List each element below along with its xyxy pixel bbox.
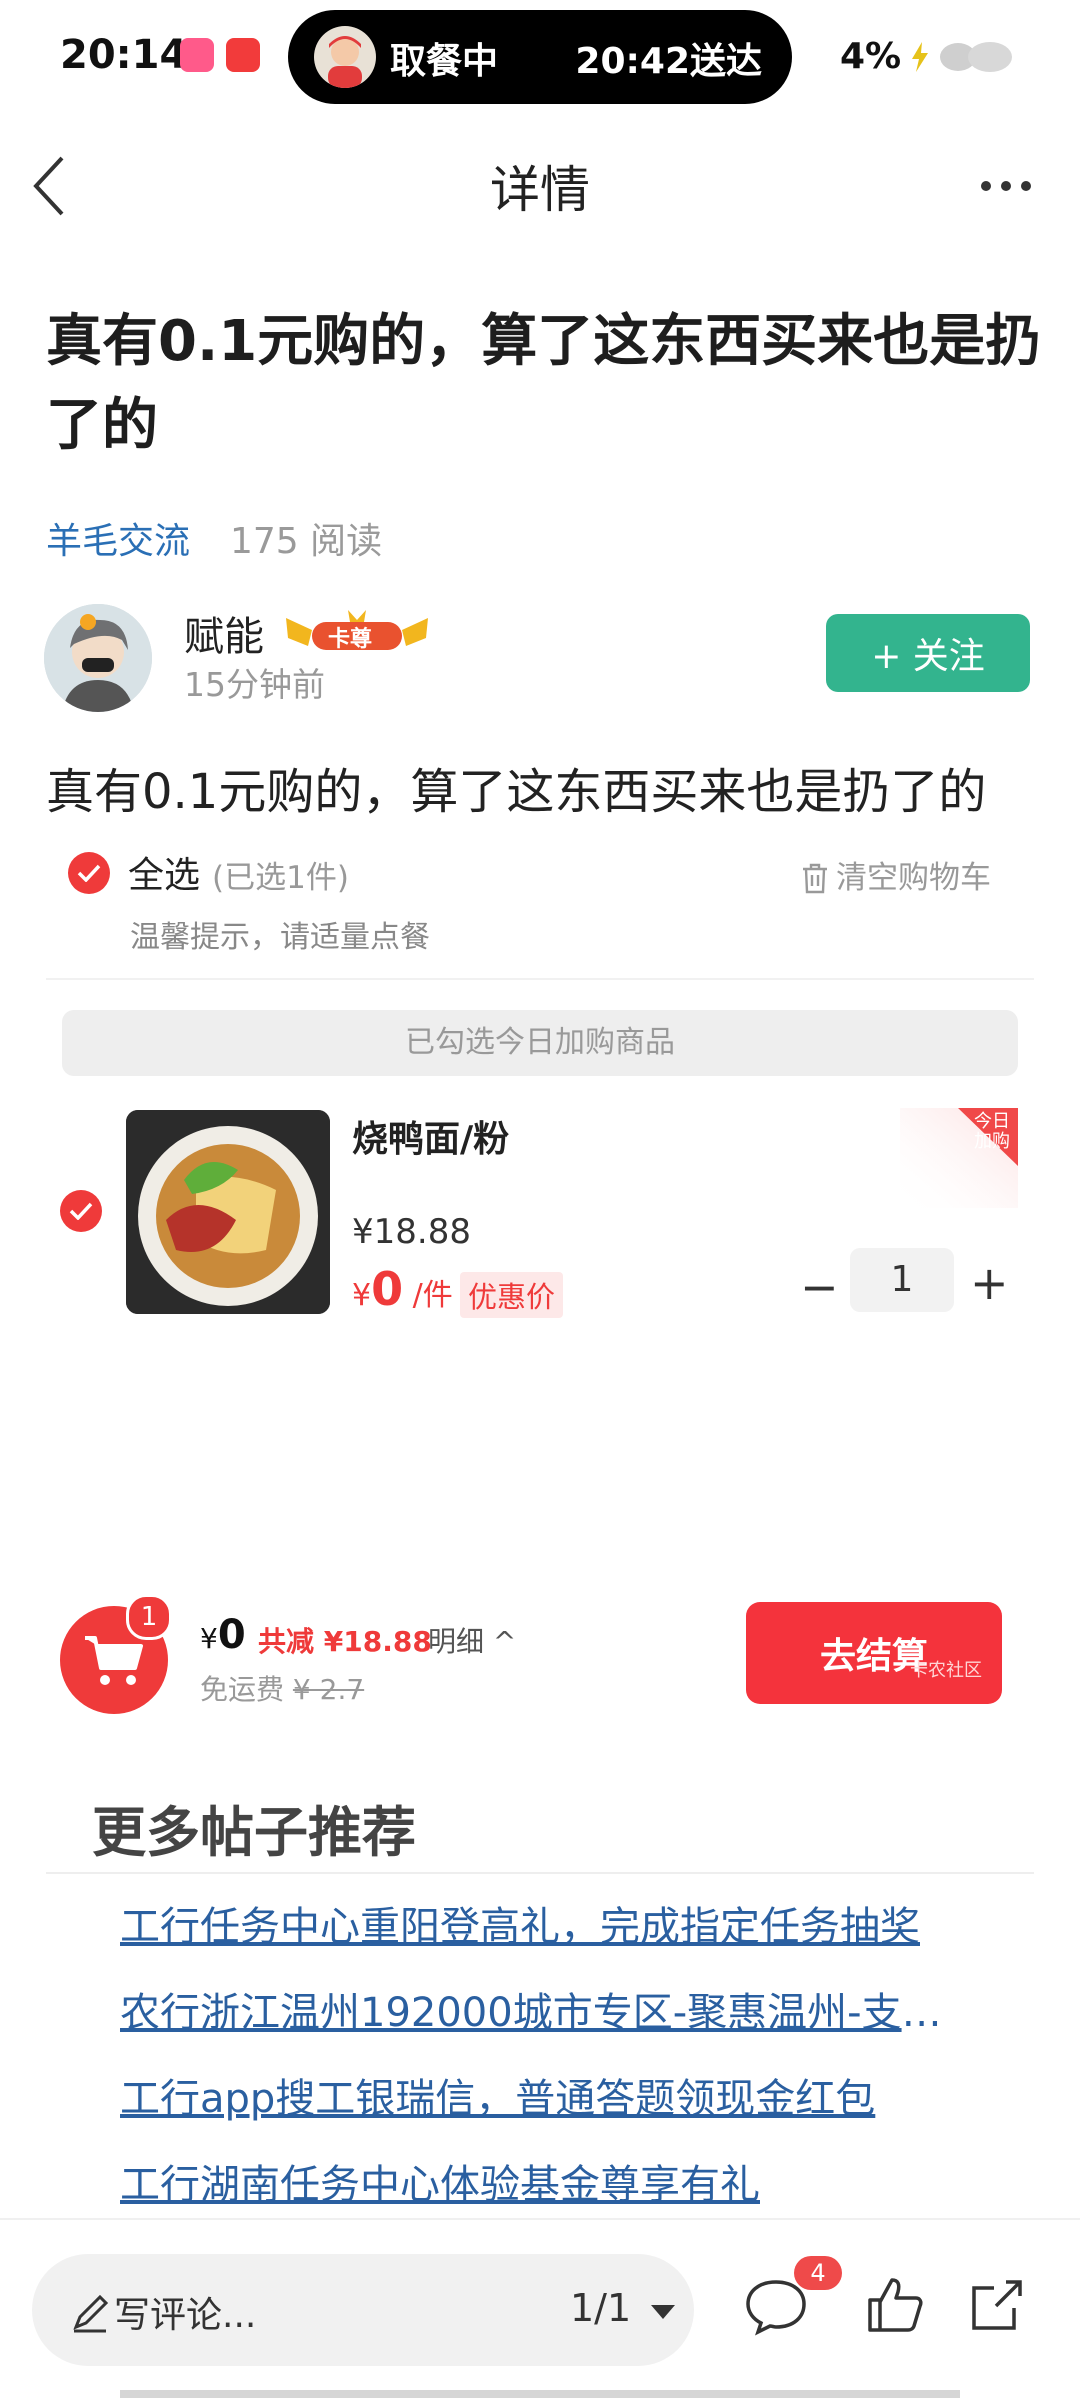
page-indicator[interactable]: 1/1 bbox=[570, 2286, 676, 2330]
page-title: 详情 bbox=[490, 161, 590, 219]
post-body-text: 真有0.1元购的，算了这东西买来也是扔了的 bbox=[46, 764, 987, 820]
bilibili-app-icon bbox=[180, 38, 214, 72]
deal-unit: /件 bbox=[403, 1278, 453, 1313]
topic-link[interactable]: 羊毛交流 bbox=[46, 512, 190, 564]
total-amount: 0 bbox=[217, 1612, 246, 1658]
total-currency: ¥ bbox=[200, 1622, 218, 1655]
deal-amount: 0 bbox=[371, 1262, 404, 1316]
pencil-icon bbox=[73, 2294, 109, 2333]
vip-badge-label: 卡尊 bbox=[328, 627, 373, 652]
clear-cart-button[interactable]: 清空购物车 bbox=[800, 852, 991, 897]
battery-icon bbox=[940, 42, 1012, 72]
recommend-section-title: 更多帖子推荐 bbox=[92, 1801, 416, 1864]
author-name[interactable]: 赋能 bbox=[184, 604, 264, 662]
comment-placeholder: 写评论... bbox=[70, 2286, 256, 2338]
item-name: 烧鸭面/粉 bbox=[352, 1119, 510, 1160]
item-deal-price: ¥0 /件 bbox=[352, 1262, 453, 1316]
dropdown-triangle-icon bbox=[651, 2305, 676, 2319]
recommend-link[interactable]: 工行app搜工银瑞信，普通答题领现金红包 bbox=[120, 2066, 980, 2124]
post-time: 15分钟前 bbox=[184, 665, 325, 704]
watermark: 卡农社区 bbox=[910, 1660, 982, 1681]
vip-badge: 卡尊 bbox=[282, 608, 432, 656]
recommend-link[interactable]: 工行湖南任务中心体验基金尊享有礼 bbox=[120, 2152, 980, 2210]
deal-currency: ¥ bbox=[352, 1278, 372, 1313]
clock: 20:14 bbox=[60, 32, 188, 78]
recommend-link[interactable]: 工行任务中心重阳登高礼，完成指定任务抽奖 bbox=[120, 1894, 980, 1952]
trash-icon bbox=[803, 863, 827, 894]
discount-total: 共减 ¥18.88 bbox=[258, 1625, 432, 1658]
recommend-link[interactable]: 农行浙江温州192000城市专区-聚惠温州-支付满减活动 bbox=[120, 1980, 980, 2038]
charging-icon bbox=[912, 42, 928, 72]
home-indicator bbox=[120, 2390, 960, 2398]
read-count: 175 阅读 bbox=[230, 521, 383, 562]
order-tip: 温馨提示，请适量点餐 bbox=[130, 920, 430, 955]
select-all-label: 全选 bbox=[128, 855, 201, 896]
shipping-fee: ¥ 2.7 bbox=[292, 1673, 365, 1706]
today-added-corner-tag: 今日 加购 bbox=[900, 1108, 1018, 1208]
more-options-icon[interactable] bbox=[978, 176, 1034, 196]
delivery-live-activity[interactable]: 取餐中 20:42送达 bbox=[288, 10, 792, 104]
like-icon[interactable] bbox=[864, 2274, 924, 2336]
cart-total: ¥0 bbox=[200, 1612, 246, 1658]
author-avatar[interactable] bbox=[44, 604, 152, 712]
status-bar: 20:14 取餐中 20:42送达 4% bbox=[0, 0, 1080, 118]
shipping-info: 免运费 ¥ 2.7 bbox=[200, 1668, 364, 1708]
increase-quantity-button[interactable]: + bbox=[970, 1256, 1009, 1310]
free-shipping-label: 免运费 bbox=[200, 1673, 285, 1706]
clear-cart-label: 清空购物车 bbox=[836, 860, 991, 896]
delivery-status: 取餐中 bbox=[390, 41, 499, 82]
item-original-price: ¥18.88 bbox=[352, 1212, 471, 1252]
shopping-app-icon bbox=[226, 38, 260, 72]
item-checkbox[interactable] bbox=[60, 1190, 102, 1232]
page-indicator-text: 1/1 bbox=[570, 2286, 632, 2330]
post-title: 真有0.1元购的，算了这东西买来也是扔了的 bbox=[46, 309, 1042, 458]
selected-count: (已选1件) bbox=[212, 860, 349, 896]
share-icon[interactable] bbox=[966, 2274, 1028, 2336]
courier-avatar-icon bbox=[314, 26, 376, 88]
cart-count-badge: 1 bbox=[126, 1594, 172, 1640]
comment-count-badge: 4 bbox=[794, 2256, 842, 2290]
corner-tag-line2: 加购 bbox=[974, 1131, 1010, 1152]
divider bbox=[46, 1872, 1034, 1874]
decrease-quantity-button[interactable]: − bbox=[800, 1260, 839, 1314]
select-all-checkbox[interactable] bbox=[68, 852, 110, 894]
price-detail-toggle[interactable]: 明细 ^ bbox=[428, 1620, 516, 1660]
quantity-field[interactable]: 1 bbox=[850, 1248, 954, 1312]
comment-placeholder-text: 写评论... bbox=[114, 2295, 257, 2336]
today-added-banner: 已勾选今日加购商品 bbox=[62, 1010, 1018, 1076]
deal-tag: 优惠价 bbox=[460, 1272, 564, 1318]
delivery-eta: 20:42送达 bbox=[575, 41, 762, 82]
corner-tag-line1: 今日 bbox=[974, 1111, 1010, 1132]
divider bbox=[46, 978, 1034, 980]
follow-button[interactable]: + 关注 bbox=[826, 614, 1030, 692]
shopping-cart-icon bbox=[85, 1636, 143, 1685]
checkout-button[interactable]: 去结算 bbox=[746, 1602, 1002, 1704]
battery-percent: 4% bbox=[840, 36, 902, 77]
divider bbox=[0, 2218, 1080, 2220]
food-image[interactable] bbox=[126, 1110, 330, 1314]
